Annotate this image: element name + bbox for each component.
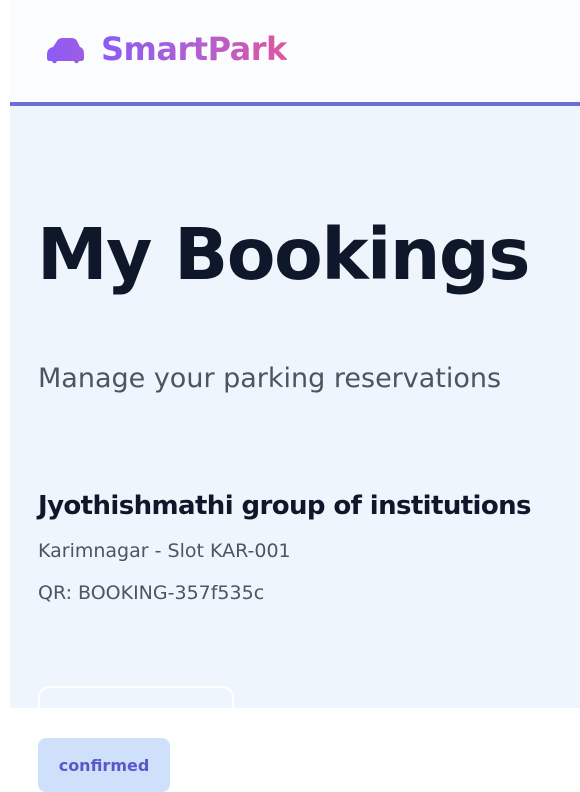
page-title: My Bookings [37,213,531,296]
booking-slot: Karimnagar - Slot KAR-001 [38,540,291,562]
booking-card[interactable]: Jyothishmathi group of institutions Kari… [38,482,568,792]
header-bar: SmartPark [10,0,580,106]
booking-qr-code: QR: BOOKING-357f535c [38,582,265,604]
brand-logo[interactable]: SmartPark [43,26,287,72]
booking-action-button[interactable] [38,686,234,726]
page-subtitle: Manage your parking reservations [38,363,502,394]
booking-location-name: Jyothishmathi group of institutions [38,491,532,521]
main-content: My Bookings Manage your parking reservat… [10,106,580,792]
car-icon [47,38,84,64]
status-badge: confirmed [38,738,170,792]
brand-name: SmartPark [101,26,287,72]
